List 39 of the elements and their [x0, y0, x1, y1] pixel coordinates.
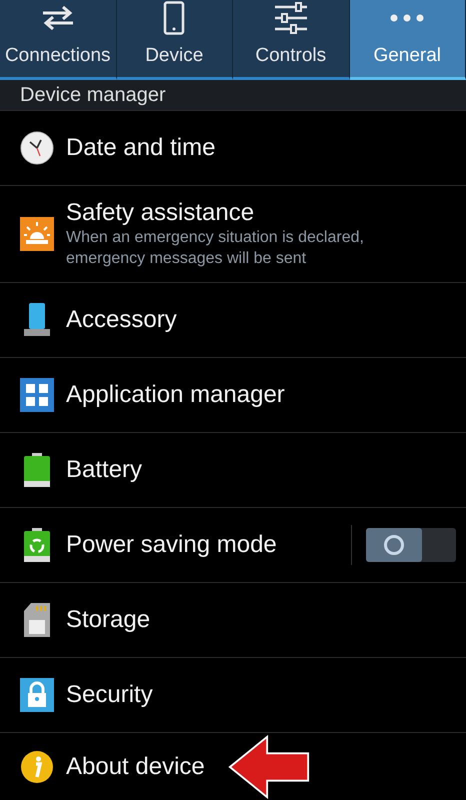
settings-item[interactable]: Battery	[0, 432, 466, 507]
item-title: Application manager	[66, 381, 286, 409]
item-title: Battery	[66, 456, 144, 484]
settings-item[interactable]: Safety assistance When an emergency situation is declared, emergency messages will be sent	[0, 185, 466, 282]
recycle-battery-icon	[23, 528, 51, 562]
transfer-arrows-icon	[40, 5, 75, 31]
sd-card-icon	[23, 603, 51, 637]
tab[interactable]: Connections	[0, 0, 116, 80]
settings-item[interactable]: About device	[0, 732, 466, 800]
item-title: Security	[66, 681, 154, 709]
sliders-icon	[274, 2, 308, 34]
settings-item[interactable]: Date and time	[0, 110, 466, 185]
settings-item[interactable]: Storage	[0, 582, 466, 657]
item-title: Accessory	[66, 306, 178, 334]
padlock-icon	[20, 678, 54, 712]
settings-item[interactable]: Application manager	[0, 357, 466, 432]
more-dots-icon	[390, 14, 424, 22]
tab[interactable]: Device	[116, 0, 233, 80]
siren-icon	[20, 217, 54, 251]
item-title: Power saving mode	[66, 531, 278, 559]
item-title: Storage	[66, 606, 152, 634]
item-title: Date and time	[66, 134, 216, 162]
settings-item[interactable]: Security	[0, 657, 466, 732]
ring-icon	[383, 534, 405, 556]
toggle-switch[interactable]	[366, 528, 456, 562]
settings-item[interactable]: Power saving mode	[0, 507, 466, 582]
info-icon	[20, 750, 54, 784]
clock-icon	[20, 131, 54, 165]
tab[interactable]: General	[350, 0, 466, 80]
item-title: Safety assistance	[66, 199, 256, 227]
dock-phone-icon	[23, 303, 51, 337]
battery-icon	[23, 453, 51, 487]
grid-icon	[20, 378, 54, 412]
settings-item[interactable]: Accessory	[0, 282, 466, 357]
item-title: About device	[66, 752, 206, 780]
tab[interactable]: Controls	[233, 0, 350, 80]
phone-icon	[163, 1, 186, 35]
section-title: Device manager	[20, 84, 166, 106]
item-description: When an emergency situation is declared, emergency messages will be sent	[66, 228, 365, 269]
